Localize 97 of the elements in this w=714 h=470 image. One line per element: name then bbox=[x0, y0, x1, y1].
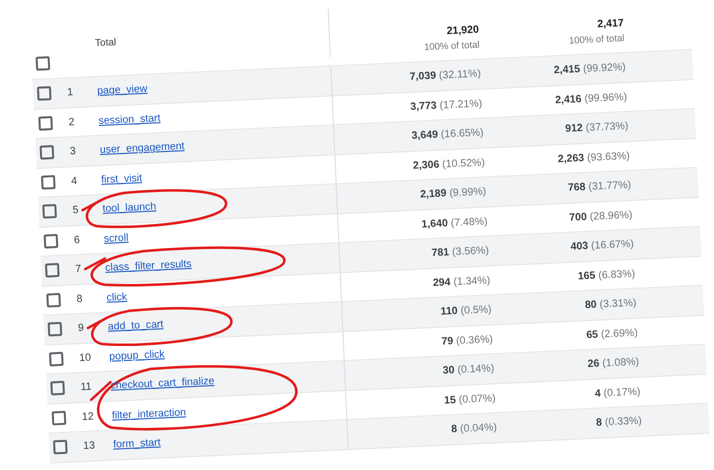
row-number: 8 bbox=[75, 292, 84, 306]
metric-share: (1.08%) bbox=[602, 356, 640, 370]
row-number: 2 bbox=[67, 114, 76, 129]
metric-value: 80 bbox=[584, 298, 597, 312]
metric-share: (99.96%) bbox=[584, 90, 628, 105]
metric-value: 294 bbox=[432, 276, 451, 289]
column-total: 2,417 bbox=[597, 17, 624, 30]
metric-value: 2,416 bbox=[554, 92, 582, 106]
metric-share: (0.33%) bbox=[604, 414, 642, 429]
checkbox[interactable] bbox=[52, 410, 66, 426]
metric-value: 165 bbox=[578, 269, 596, 282]
total-share: 100% of total bbox=[568, 33, 625, 47]
metric-share: (0.14%) bbox=[457, 362, 494, 376]
checkbox[interactable] bbox=[36, 56, 50, 71]
event-link[interactable]: scroll bbox=[104, 232, 129, 245]
event-link[interactable]: class_filter_results bbox=[104, 258, 192, 274]
metric-share: (28.96%) bbox=[590, 208, 633, 223]
event-link[interactable]: tool_launch bbox=[102, 200, 156, 216]
metric-value: 8 bbox=[596, 416, 602, 429]
row-number: 4 bbox=[70, 174, 78, 188]
metric-value: 30 bbox=[442, 364, 455, 377]
row-number: 12 bbox=[80, 409, 95, 424]
row-number: 6 bbox=[72, 232, 82, 246]
metric-share: (93.63%) bbox=[586, 150, 630, 164]
metric-value: 2,189 bbox=[420, 188, 447, 201]
metric-share: (9.99%) bbox=[449, 186, 486, 200]
metric-share: (99.92%) bbox=[582, 61, 626, 76]
event-link[interactable]: form_start bbox=[113, 436, 161, 451]
checkbox[interactable] bbox=[44, 234, 58, 248]
metric-value: 2,415 bbox=[554, 63, 580, 77]
metric-value: 15 bbox=[444, 394, 456, 406]
metric-value: 26 bbox=[587, 358, 600, 370]
checkbox[interactable] bbox=[48, 322, 62, 337]
metric-share: (1.34%) bbox=[453, 274, 490, 288]
metric-share: (31.77%) bbox=[588, 179, 632, 194]
event-link[interactable]: click bbox=[106, 290, 128, 304]
metric-value: 403 bbox=[570, 240, 588, 253]
metric-share: (17.21%) bbox=[439, 97, 482, 112]
metric-value: 3,649 bbox=[411, 128, 438, 142]
metric-value: 79 bbox=[441, 334, 454, 348]
total-share: 100% of total bbox=[424, 40, 480, 54]
metric-share: (32.11%) bbox=[438, 68, 482, 82]
metric-share: (37.73%) bbox=[586, 120, 629, 134]
metric-value: 2,263 bbox=[558, 152, 584, 165]
checkbox[interactable] bbox=[44, 263, 60, 278]
event-link[interactable]: session_start bbox=[98, 112, 161, 127]
row-number: 1 bbox=[66, 85, 74, 100]
metric-share: (0.5%) bbox=[460, 304, 492, 317]
metric-share: (6.83%) bbox=[598, 268, 636, 282]
metric-share: (3.56%) bbox=[452, 244, 490, 258]
event-link[interactable]: add_to_cart bbox=[108, 318, 164, 334]
checkbox[interactable] bbox=[40, 145, 54, 160]
checkbox[interactable] bbox=[53, 440, 68, 455]
metric-share: (10.52%) bbox=[442, 156, 486, 170]
row-number: 5 bbox=[71, 203, 80, 217]
metric-value: 2,306 bbox=[412, 158, 440, 172]
metric-share: (0.36%) bbox=[456, 333, 494, 347]
metric-value: 110 bbox=[440, 305, 458, 318]
metric-share: (0.07%) bbox=[458, 392, 496, 406]
row-number: 11 bbox=[79, 380, 93, 394]
metric-share: (7.48%) bbox=[450, 215, 488, 229]
metric-value: 1,640 bbox=[421, 217, 448, 230]
event-link[interactable]: checkout_cart_finalize bbox=[110, 375, 215, 392]
event-link[interactable]: user_engagement bbox=[100, 140, 185, 156]
event-link[interactable]: page_view bbox=[96, 83, 148, 98]
metric-value: 4 bbox=[594, 387, 601, 400]
column-total: 21,920 bbox=[446, 24, 480, 38]
checkbox[interactable] bbox=[38, 116, 53, 130]
checkbox[interactable] bbox=[40, 174, 56, 190]
row-number: 7 bbox=[74, 262, 82, 276]
metric-value: 8 bbox=[451, 423, 458, 436]
event-link[interactable]: first_visit bbox=[100, 172, 142, 186]
checkbox[interactable] bbox=[49, 352, 64, 366]
metric-share: (0.04%) bbox=[460, 422, 498, 436]
metric-value: 768 bbox=[568, 181, 586, 194]
metric-value: 781 bbox=[431, 246, 450, 260]
checkbox[interactable] bbox=[36, 86, 52, 101]
row-number: 13 bbox=[82, 438, 96, 453]
row-number: 9 bbox=[76, 321, 86, 335]
metric-value: 65 bbox=[586, 328, 598, 341]
checkbox[interactable] bbox=[42, 204, 57, 219]
checkbox[interactable] bbox=[50, 381, 65, 396]
metric-value: 3,773 bbox=[410, 99, 437, 113]
metric-value: 7,039 bbox=[410, 70, 436, 84]
metric-share: (3.31%) bbox=[599, 297, 637, 311]
row-number: 3 bbox=[68, 144, 78, 158]
metric-share: (16.65%) bbox=[440, 126, 484, 141]
metric-value: 912 bbox=[565, 122, 584, 136]
metric-share: (0.17%) bbox=[603, 385, 641, 400]
metric-share: (2.69%) bbox=[600, 326, 638, 340]
checkbox[interactable] bbox=[46, 292, 61, 308]
event-link[interactable]: filter_interaction bbox=[112, 406, 186, 422]
row-number: 10 bbox=[78, 350, 92, 364]
metric-value: 700 bbox=[569, 210, 588, 224]
metric-share: (16.67%) bbox=[590, 238, 634, 252]
total-label: Total bbox=[94, 36, 118, 51]
event-link[interactable]: popup_click bbox=[108, 348, 165, 362]
